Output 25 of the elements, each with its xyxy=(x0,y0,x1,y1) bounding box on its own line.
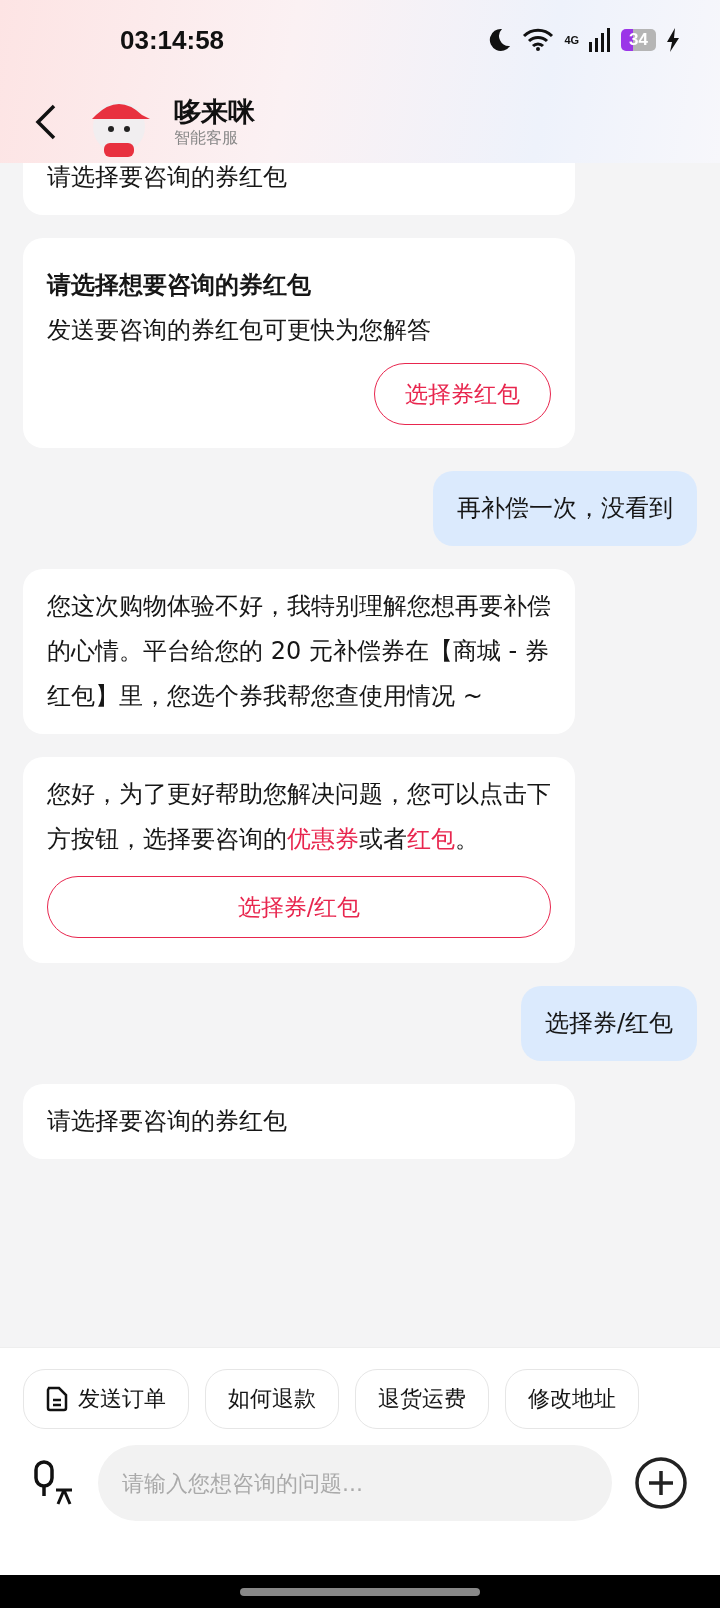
charging-icon xyxy=(666,28,680,52)
select-coupon-button[interactable]: 选择券红包 xyxy=(374,363,551,425)
add-icon[interactable] xyxy=(634,1456,688,1510)
status-time: 03:14:58 xyxy=(120,24,225,56)
bot-message: 您这次购物体验不好，我特别理解您想再要补偿的心情。平台给您的 20 元补偿券在【商城 - 券红包】里，您选个券我帮您查使用情况 ~ xyxy=(23,569,575,734)
card-title: 请选择想要咨询的券红包 xyxy=(47,270,312,301)
message-input[interactable]: 请输入您想咨询的问题... xyxy=(98,1445,612,1521)
signal-icon xyxy=(589,28,612,52)
card-text: 发送要咨询的券红包可更快为您解答 xyxy=(47,315,432,346)
wifi-icon xyxy=(522,28,555,52)
card-text: 您好，为了更好帮助您解决问题，您可以点击下方按钮，选择要咨询的优惠券或者红包。 xyxy=(47,779,551,855)
quick-reply-chip[interactable]: 发送订单 xyxy=(23,1369,189,1429)
select-coupon-button[interactable]: 选择券/红包 xyxy=(47,876,551,938)
agent-name: 哆来咪 xyxy=(174,95,255,128)
quick-reply-chip[interactable]: 退货运费 xyxy=(355,1369,489,1429)
home-indicator[interactable] xyxy=(240,1587,480,1596)
user-message: 再补偿一次，没看到 xyxy=(433,471,697,546)
bot-message: 请选择要咨询的券红包 xyxy=(23,163,575,215)
document-icon xyxy=(46,1386,68,1412)
user-message: 选择券/红包 xyxy=(520,986,697,1061)
bot-message: 请选择要咨询的券红包 xyxy=(23,1084,575,1159)
network-type: 4G xyxy=(564,34,580,46)
agent-role: 智能客服 xyxy=(174,127,239,148)
quick-reply-chip[interactable]: 如何退款 xyxy=(205,1369,339,1429)
quick-reply-chip[interactable]: 修改地址 xyxy=(505,1369,639,1429)
